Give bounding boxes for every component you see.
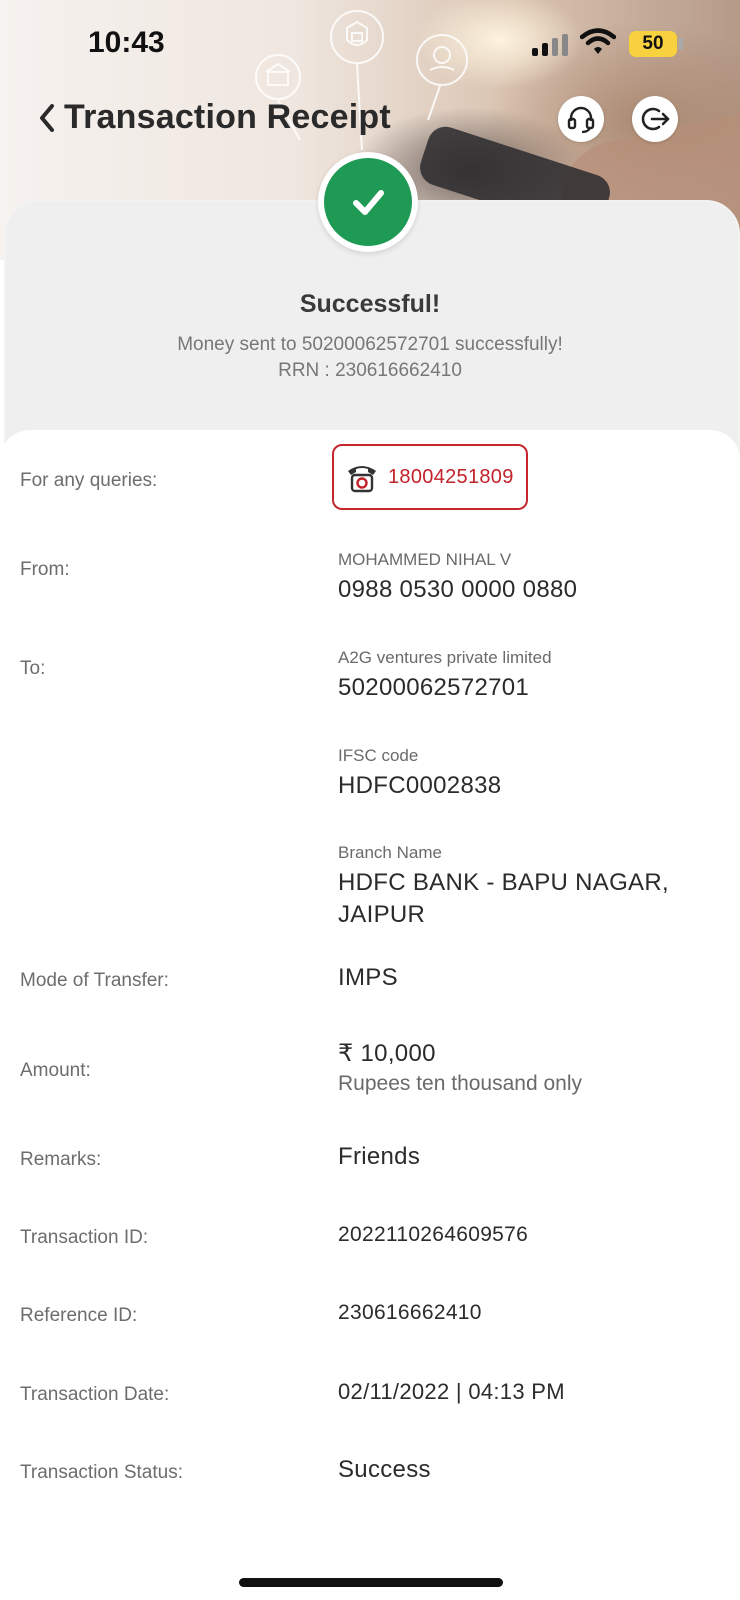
mode-value: IMPS [338, 964, 398, 991]
transaction-id-value: 2022110264609576 [338, 1223, 529, 1246]
transaction-id-label: Transaction ID: [20, 1227, 149, 1248]
amount-value: ₹ 10,000 [338, 1040, 436, 1067]
to-label: To: [20, 658, 46, 679]
reference-id-value: 230616662410 [338, 1301, 482, 1324]
logout-icon [641, 107, 670, 131]
branch-name-line1: HDFC BANK - BAPU NAGAR, [338, 869, 669, 896]
page-title: Transaction Receipt [64, 98, 391, 136]
branch-name-line2: JAIPUR [338, 901, 426, 928]
amount-in-words: Rupees ten thousand only [338, 1072, 583, 1095]
checkmark-icon [353, 190, 384, 215]
beneficiary-name: A2G ventures private limited [338, 648, 552, 667]
from-value: MOHAMMED NIHAL V 0988 0530 0000 0880 [338, 550, 718, 606]
sender-name: MOHAMMED NIHAL V [338, 550, 512, 569]
headset-icon [567, 106, 595, 134]
transaction-status-value: Success [338, 1456, 431, 1483]
status-bar-time: 10:43 [88, 26, 165, 59]
logout-button[interactable] [632, 96, 678, 142]
ifsc-value: HDFC0002838 [338, 772, 502, 799]
amount-block: ₹ 10,000 Rupees ten thousand only [338, 1038, 718, 1096]
success-badge [318, 152, 418, 252]
battery-indicator: 50 [629, 31, 677, 57]
money-hand-icon [416, 34, 468, 86]
from-label: From: [20, 559, 70, 580]
ifsc-label: IFSC code [338, 746, 419, 765]
helpline-number: 18004251809 [388, 465, 514, 488]
back-button[interactable]: Transaction Receipt [36, 98, 391, 137]
bank-icon [255, 54, 301, 100]
battery-nub [679, 38, 683, 50]
mode-label: Mode of Transfer: [20, 970, 169, 991]
rrn-text: RRN : 230616662410 [278, 360, 462, 381]
branch-label: Branch Name [338, 843, 442, 862]
home-indicator[interactable] [239, 1578, 503, 1587]
support-button[interactable] [558, 96, 604, 142]
chevron-left-icon [40, 103, 54, 132]
sender-account: 0988 0530 0000 0880 [338, 576, 578, 603]
success-title: Successful! [299, 290, 441, 318]
transaction-date-label: Transaction Date: [20, 1384, 170, 1405]
ifsc-block: IFSC code HDFC0002838 [338, 746, 718, 802]
wifi-icon [580, 28, 616, 54]
to-value: A2G ventures private limited 50200062572… [338, 648, 718, 704]
telephone-icon [348, 466, 376, 493]
branch-block: Branch Name HDFC BANK - BAPU NAGAR, JAIP… [338, 843, 718, 931]
shield-lock-icon [330, 10, 384, 64]
queries-label: For any queries: [20, 470, 158, 491]
transaction-status-label: Transaction Status: [20, 1462, 183, 1483]
remarks-value: Friends [338, 1143, 421, 1170]
beneficiary-account: 50200062572701 [338, 674, 530, 701]
success-circle [324, 158, 412, 246]
cellular-signal-icon [532, 34, 568, 56]
transaction-date-value: 02/11/2022 | 04:13 PM [338, 1379, 565, 1404]
amount-label: Amount: [20, 1060, 91, 1081]
remarks-label: Remarks: [20, 1149, 102, 1170]
success-message: Money sent to 50200062572701 successfull… [177, 334, 563, 355]
helpline-call-button[interactable]: 18004251809 [332, 444, 528, 510]
reference-id-label: Reference ID: [20, 1305, 138, 1326]
